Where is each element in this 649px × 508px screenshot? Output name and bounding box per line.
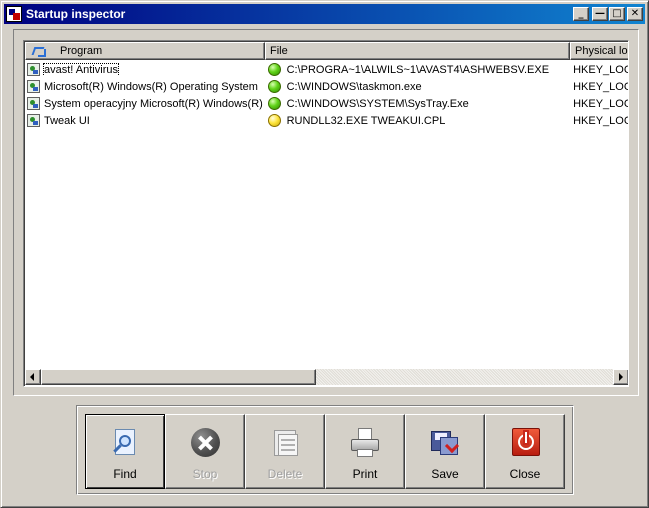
stop-icon — [189, 427, 221, 459]
file-cell: C:\WINDOWS\SYSTEM\SysTray.Exe — [265, 97, 570, 110]
stop-button[interactable]: Stop — [165, 414, 245, 489]
scroll-track[interactable] — [41, 369, 613, 385]
program-name: avast! Antivirus — [43, 63, 119, 76]
status-green-icon — [267, 97, 281, 110]
file-path: C:\WINDOWS\taskmon.exe — [286, 80, 422, 93]
find-button[interactable]: Find — [85, 414, 165, 489]
file-cell: C:\PROGRA~1\ALWILS~1\AVAST4\ASHWEBSV.EXE — [265, 63, 570, 76]
column-header-location[interactable]: Physical loc — [570, 42, 628, 60]
list-rows: avast! Antivirus C:\PROGRA~1\ALWILS~1\AV… — [25, 61, 629, 129]
program-icon — [27, 80, 40, 93]
column-header-program-label: Program — [60, 45, 103, 57]
scroll-thumb[interactable] — [41, 369, 316, 385]
scroll-left-button[interactable] — [25, 369, 41, 385]
delete-label: Delete — [267, 467, 303, 481]
save-label: Save — [431, 467, 459, 481]
status-yellow-icon — [267, 114, 281, 127]
location-cell: HKEY_LOC — [573, 80, 629, 93]
title-bar[interactable]: Startup inspector _ — □ ✕ — [4, 4, 645, 24]
program-name: Microsoft(R) Windows(R) Operating System — [44, 80, 258, 93]
toolbar-panel: Find Stop Delete Print Save Close — [76, 405, 574, 495]
program-name: System operacyjny Microsoft(R) Windows(R… — [44, 97, 263, 110]
file-path: C:\PROGRA~1\ALWILS~1\AVAST4\ASHWEBSV.EXE — [286, 63, 550, 76]
list-panel: Program File Physical loc avast! Antivir… — [13, 29, 639, 396]
arrow-right-icon — [619, 373, 623, 381]
app-window: Startup inspector _ — □ ✕ Program File P… — [0, 0, 649, 508]
arrow-left-icon — [30, 373, 34, 381]
program-name: Tweak UI — [44, 114, 90, 127]
window-title: Startup inspector — [26, 7, 126, 21]
toolbar: Find Stop Delete Print Save Close — [85, 414, 565, 489]
file-cell: C:\WINDOWS\taskmon.exe — [265, 80, 570, 93]
table-row[interactable]: avast! Antivirus C:\PROGRA~1\ALWILS~1\AV… — [25, 61, 629, 78]
sort-icon — [32, 45, 46, 57]
file-path: C:\WINDOWS\SYSTEM\SysTray.Exe — [286, 97, 469, 110]
find-icon — [109, 427, 141, 459]
scroll-right-button[interactable] — [613, 369, 628, 385]
print-button[interactable]: Print — [325, 414, 405, 489]
close-button[interactable]: Close — [485, 414, 565, 489]
delete-button[interactable]: Delete — [245, 414, 325, 489]
program-cell: System operacyjny Microsoft(R) Windows(R… — [25, 97, 265, 110]
program-icon — [27, 114, 40, 127]
location-cell: HKEY_LOC — [573, 114, 629, 127]
horizontal-scrollbar[interactable] — [25, 369, 628, 385]
program-icon — [27, 63, 40, 76]
table-row[interactable]: Tweak UI RUNDLL32.EXE TWEAKUI.CPL HKEY_L… — [25, 112, 629, 129]
delete-icon — [269, 427, 301, 459]
app-icon — [6, 6, 22, 22]
status-green-icon — [267, 63, 281, 76]
file-cell: RUNDLL32.EXE TWEAKUI.CPL — [265, 114, 570, 127]
save-button[interactable]: Save — [405, 414, 485, 489]
close-label: Close — [509, 467, 541, 481]
column-header-file[interactable]: File — [265, 42, 570, 60]
program-icon — [27, 97, 40, 110]
maximize-button[interactable]: □ — [609, 7, 625, 21]
location-cell: HKEY_LOC — [573, 97, 629, 110]
file-path: RUNDLL32.EXE TWEAKUI.CPL — [286, 114, 446, 127]
column-header-program[interactable]: Program — [25, 42, 265, 60]
save-icon — [429, 427, 461, 459]
startup-list[interactable]: Program File Physical loc avast! Antivir… — [23, 40, 629, 387]
list-header: Program File Physical loc — [25, 42, 628, 60]
table-row[interactable]: System operacyjny Microsoft(R) Windows(R… — [25, 95, 629, 112]
status-green-icon — [267, 80, 281, 93]
context-help-button[interactable]: _ — [573, 7, 589, 21]
close-window-button[interactable]: ✕ — [627, 7, 643, 21]
program-cell: avast! Antivirus — [25, 63, 265, 76]
program-cell: Tweak UI — [25, 114, 265, 127]
find-label: Find — [113, 467, 137, 481]
print-label: Print — [352, 467, 378, 481]
table-row[interactable]: Microsoft(R) Windows(R) Operating System… — [25, 78, 629, 95]
power-icon — [509, 427, 541, 459]
location-cell: HKEY_LOC — [573, 63, 629, 76]
stop-label: Stop — [192, 467, 218, 481]
minimize-button[interactable]: — — [592, 7, 608, 21]
printer-icon — [349, 427, 381, 459]
program-cell: Microsoft(R) Windows(R) Operating System — [25, 80, 265, 93]
